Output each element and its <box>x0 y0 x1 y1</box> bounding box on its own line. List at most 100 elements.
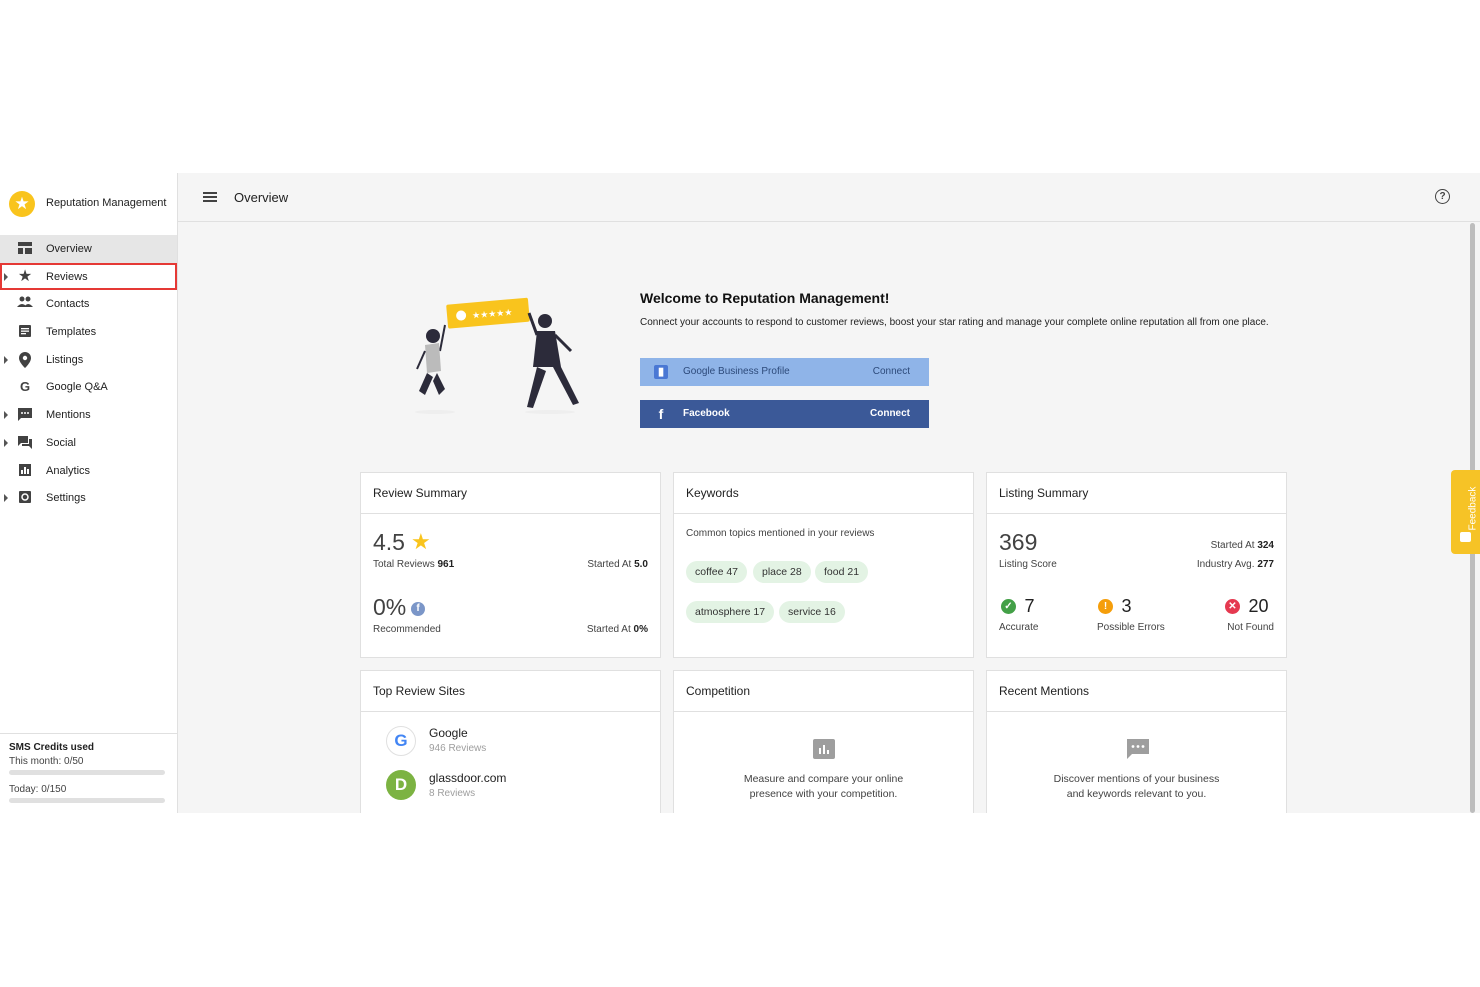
mentions-text-1: Discover mentions of your business <box>1053 773 1220 785</box>
sms-credits: SMS Credits used This month: 0/50 Today:… <box>0 733 177 813</box>
possible-errors-stat: ! 3 <box>1098 596 1131 617</box>
expand-caret-icon[interactable] <box>4 272 8 281</box>
sidebar-item-label: Listings <box>46 353 84 366</box>
sidebar-item-contacts[interactable]: Contacts <box>0 290 177 318</box>
dashboard-icon <box>17 241 33 257</box>
sms-month-progress <box>9 770 165 775</box>
listing-summary-card: Listing Summary 369 Listing Score Starte… <box>986 472 1287 658</box>
brand[interactable]: ★ Reputation Management <box>0 173 177 233</box>
accurate-label: Accurate <box>999 622 1039 633</box>
sidebar-item-overview[interactable]: Overview <box>0 235 177 263</box>
competition-text-2: presence with your competition. <box>749 788 898 800</box>
competition-card: Competition Measure and compare your onl… <box>673 670 974 813</box>
connect-facebook-button[interactable]: f Facebook Connect <box>640 400 929 428</box>
people-icon <box>17 296 33 312</box>
keyword-chip[interactable]: atmosphere 17 <box>686 601 775 623</box>
recommended-started-at: Started At 0% <box>586 624 648 635</box>
top-review-sites-card: Top Review Sites G Google 946 Reviews D … <box>360 670 661 813</box>
sidebar-item-settings[interactable]: Settings <box>0 484 177 512</box>
accurate-stat: ✓ 7 <box>1001 596 1034 617</box>
warning-circle-icon: ! <box>1098 599 1113 614</box>
competition-text-1: Measure and compare your online <box>743 773 904 785</box>
sidebar-item-label: Contacts <box>46 298 90 311</box>
sidebar-item-analytics[interactable]: Analytics <box>0 457 177 485</box>
feedback-icon <box>1460 532 1471 542</box>
app-name: Reputation Management <box>46 197 167 209</box>
site-name[interactable]: glassdoor.com <box>429 771 506 785</box>
sidebar-item-google-qa[interactable]: G Google Q&A <box>0 373 177 401</box>
sidebar-item-label: Analytics <box>46 464 91 477</box>
keyword-chip[interactable]: service 16 <box>779 601 845 623</box>
sidebar-item-mentions[interactable]: Mentions <box>0 401 177 429</box>
sidebar: ★ Reputation Management Overview ★ Revie… <box>0 173 178 813</box>
recommended-label: Recommended <box>373 624 441 635</box>
sidebar-item-label: Settings <box>46 492 86 505</box>
sidebar-item-label: Social <box>46 436 76 449</box>
sms-credits-title: SMS Credits used <box>9 742 95 753</box>
rating-value: 4.5 <box>373 529 405 555</box>
expand-caret-icon[interactable] <box>4 438 8 447</box>
sms-month-usage: This month: 0/50 <box>9 756 84 767</box>
help-icon[interactable]: ? <box>1435 189 1450 204</box>
button-action: Connect <box>872 366 910 377</box>
google-logo-icon: G <box>386 726 416 756</box>
comment-icon <box>17 407 33 423</box>
connect-google-button[interactable]: ▮ Google Business Profile Connect <box>640 358 929 386</box>
sidebar-item-listings[interactable]: Listings <box>0 346 177 374</box>
settings-icon <box>17 490 33 506</box>
rating-started-at: Started At 5.0 <box>587 559 648 570</box>
keyword-chip[interactable]: place 28 <box>753 561 811 583</box>
sidebar-item-label: Templates <box>46 326 97 339</box>
check-circle-icon: ✓ <box>1001 599 1016 614</box>
app-window: ★ Reputation Management Overview ★ Revie… <box>0 173 1480 813</box>
welcome-title: Welcome to Reputation Management! <box>640 290 890 306</box>
not-found-label: Not Found <box>1227 622 1274 633</box>
keyword-chip[interactable]: food 21 <box>815 561 869 583</box>
error-circle-icon: ✕ <box>1225 599 1240 614</box>
card-title: Review Summary <box>373 486 468 500</box>
button-action: Connect <box>870 408 910 419</box>
expand-caret-icon[interactable] <box>4 355 8 364</box>
facebook-icon: f <box>658 406 664 422</box>
listing-started-at: Started At 324 <box>1210 540 1274 551</box>
google-g-icon: G <box>19 379 31 395</box>
button-label: Google Business Profile <box>683 366 790 377</box>
forum-icon <box>17 435 33 451</box>
sidebar-item-label: Mentions <box>46 409 91 422</box>
keyword-chip[interactable]: coffee 47 <box>686 561 748 583</box>
expand-caret-icon[interactable] <box>4 411 8 420</box>
site-name[interactable]: Google <box>429 726 468 740</box>
listing-score-value: 369 <box>999 529 1038 555</box>
sidebar-item-templates[interactable]: Templates <box>0 318 177 346</box>
star-logo-icon: ★ <box>9 191 35 217</box>
star-icon: ★ <box>17 267 33 285</box>
sidebar-item-label: Overview <box>46 243 92 255</box>
comment-icon <box>1126 738 1149 759</box>
bar-chart-icon <box>813 739 835 759</box>
recent-mentions-card: Recent Mentions Discover mentions of you… <box>986 670 1287 813</box>
location-pin-icon <box>17 351 33 368</box>
sidebar-item-label: Google Q&A <box>46 381 108 394</box>
sidebar-item-label: Reviews <box>46 270 88 283</box>
keywords-card: Keywords Common topics mentioned in your… <box>673 472 974 658</box>
card-title: Recent Mentions <box>999 684 1090 698</box>
expand-caret-icon[interactable] <box>4 494 8 503</box>
facebook-icon: f <box>411 602 425 616</box>
sidebar-nav: Overview ★ Reviews Contacts Templates Li… <box>0 235 177 512</box>
hamburger-menu-icon[interactable] <box>203 192 217 202</box>
industry-average: Industry Avg. 277 <box>1196 559 1274 570</box>
keywords-subtitle: Common topics mentioned in your reviews <box>686 528 875 539</box>
feedback-label: Feedback <box>1467 486 1479 531</box>
sidebar-item-reviews[interactable]: ★ Reviews <box>0 262 177 291</box>
sms-today-usage: Today: 0/150 <box>9 784 67 795</box>
feedback-tab[interactable]: Feedback <box>1451 470 1480 554</box>
page-title: Overview <box>234 190 289 205</box>
top-bar: Overview ? <box>178 173 1480 222</box>
mentions-text-2: and keywords relevant to you. <box>1066 788 1207 800</box>
card-title: Listing Summary <box>999 486 1089 500</box>
review-summary-card: Review Summary 4.5 ★ Total Reviews 961 S… <box>360 472 661 658</box>
not-found-stat: ✕ 20 <box>1225 596 1268 617</box>
sidebar-item-social[interactable]: Social <box>0 429 177 457</box>
site-reviews: 946 Reviews <box>429 743 487 754</box>
card-title: Top Review Sites <box>373 684 466 698</box>
